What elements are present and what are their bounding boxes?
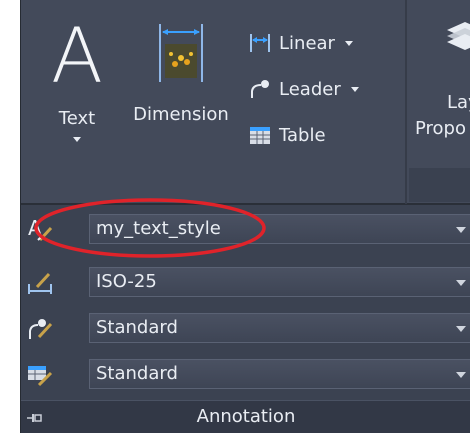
ribbon-divider <box>405 0 407 204</box>
leader-button[interactable]: Leader <box>249 72 359 106</box>
table-style-row: Standard <box>21 355 470 393</box>
table-style-value: Standard <box>96 363 178 384</box>
chevron-down-icon <box>456 227 466 233</box>
multileader-style-row: Standard <box>21 309 470 347</box>
text-button-label: Text <box>58 108 96 129</box>
linear-button[interactable]: Linear <box>249 26 353 60</box>
leader-button-label: Leader <box>279 78 341 100</box>
dimension-button-label: Dimension <box>133 104 229 125</box>
svg-text:A: A <box>28 216 42 240</box>
annotation-panel-title[interactable]: Annotation <box>21 400 470 433</box>
text-style-select[interactable]: my_text_style <box>89 214 470 244</box>
table-style-icon <box>28 366 53 387</box>
multileader-style-select[interactable]: Standard <box>89 313 470 343</box>
text-icon: A <box>51 11 103 100</box>
table-icon <box>250 127 270 144</box>
table-button[interactable]: Table <box>249 118 326 152</box>
dimension-style-value: ISO-25 <box>96 271 157 292</box>
panel-title-label: Annotation <box>196 406 296 427</box>
leader-icon <box>251 80 269 98</box>
dimension-icon <box>159 24 203 82</box>
chevron-down-icon <box>456 280 466 286</box>
linear-dimension-icon <box>250 34 270 52</box>
dimension-style-row: ISO-25 <box>21 263 470 301</box>
layers-panel-footer <box>409 168 470 202</box>
text-button[interactable]: A Text <box>51 16 103 142</box>
layer-properties-label-line1: Lay <box>447 92 470 113</box>
dimension-style-icon <box>28 272 52 294</box>
dimension-button[interactable]: Dimension <box>121 16 241 125</box>
table-style-select[interactable]: Standard <box>89 359 470 389</box>
chevron-down-icon <box>456 326 466 332</box>
chevron-down-icon <box>456 372 466 378</box>
text-style-row: A my_text_style <box>21 210 470 248</box>
annotation-panel: A Text Dimension Linear Leader Table La … <box>20 0 470 433</box>
chevron-down-icon <box>350 86 359 92</box>
multileader-style-value: Standard <box>96 317 178 338</box>
layer-properties-label-line2: Propo <box>415 118 466 139</box>
ribbon-separator <box>21 203 470 205</box>
chevron-down-icon <box>344 40 353 46</box>
pin-icon[interactable] <box>27 413 43 423</box>
table-button-label: Table <box>279 124 326 146</box>
text-style-value: my_text_style <box>96 218 221 239</box>
dimension-style-select[interactable]: ISO-25 <box>89 267 470 297</box>
multileader-style-icon <box>29 319 53 339</box>
text-style-icon: A <box>28 216 53 242</box>
layers-icon <box>447 22 470 50</box>
layer-properties-button[interactable]: Lay Propo <box>415 20 470 142</box>
chevron-down-icon <box>73 137 81 142</box>
linear-button-label: Linear <box>279 32 335 54</box>
